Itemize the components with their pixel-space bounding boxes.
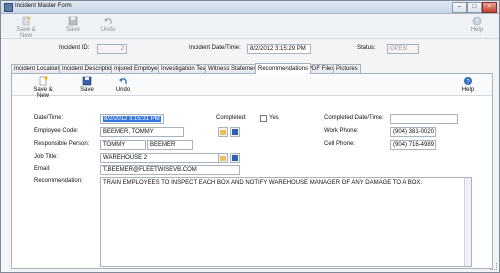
folder-open-icon: [220, 130, 226, 135]
cell-phone-field[interactable]: (904) 716-4989: [390, 140, 436, 150]
floppy-disk-icon: [68, 16, 78, 26]
cell-phone-label: Cell Phone:: [324, 141, 356, 147]
job-title-lookup-button[interactable]: [218, 153, 228, 163]
edit-pencil-icon: [232, 155, 238, 161]
recommendation-scrollbar[interactable]: [464, 178, 471, 266]
work-phone-label: Work Phone:: [324, 128, 359, 134]
incident-header: Incident ID: 2 Incident Date/Time: 8/2/2…: [1, 39, 499, 61]
resize-grip[interactable]: [490, 263, 497, 270]
panel-save-new-button[interactable]: Save & New: [28, 76, 58, 99]
datetime-label: Date/Time:: [34, 115, 64, 121]
folder-open-icon: [220, 156, 226, 161]
help-circle-icon: ?: [464, 77, 472, 86]
new-document-icon: [39, 76, 48, 86]
recommendation-label: Recommendation:: [34, 178, 83, 184]
tab-recommendations[interactable]: Recommendations: [255, 63, 312, 74]
status-label: Status:: [357, 45, 376, 51]
minimize-button[interactable]: –: [452, 2, 467, 13]
undo-button[interactable]: Undo: [99, 16, 117, 33]
status-field[interactable]: OPEN: [387, 44, 419, 54]
save-button[interactable]: Save: [64, 16, 82, 33]
completed-datetime-label: Completed Date/Time:: [324, 115, 384, 121]
employee-lookup-button[interactable]: [218, 127, 228, 137]
responsible-person-label: Responsible Person:: [34, 141, 90, 147]
close-button[interactable]: ×: [482, 2, 497, 13]
edit-pencil-icon: [232, 129, 238, 135]
employee-code-label: Employee Code:: [34, 128, 79, 134]
work-phone-field[interactable]: (904) 381-0020: [390, 127, 436, 137]
completed-yes-label: Yes: [269, 115, 279, 121]
tab-incident-location[interactable]: Incident Location: [11, 64, 63, 73]
incident-datetime-label: Incident Date/Time:: [189, 45, 241, 51]
help-button[interactable]: ? Help: [468, 16, 486, 33]
undo-arrow-icon: [104, 18, 112, 24]
panel-toolbar: Save & New Save Undo ? Help: [12, 74, 492, 99]
panel-save-button[interactable]: Save: [78, 76, 96, 93]
save-new-button[interactable]: Save & New: [11, 16, 41, 39]
datetime-field[interactable]: 8/2/2012 3:15:31 PM: [100, 114, 164, 124]
job-title-edit-button[interactable]: [230, 153, 240, 163]
responsible-last-field[interactable]: BEEMER: [147, 140, 193, 150]
employee-code-field[interactable]: BEEMER, TOMMY: [100, 127, 184, 137]
email-field[interactable]: T.BEEMER@FLEETWISEVB.COM: [100, 165, 240, 175]
datetime-value: 8/2/2012 3:15:31 PM: [103, 116, 161, 122]
recommendation-textarea[interactable]: TRAIN EMPLOYEES TO INSPECT EACH BOX AND …: [100, 177, 472, 267]
title-bar: Incident Master Form – □ ×: [1, 1, 499, 14]
employee-edit-button[interactable]: [230, 127, 240, 137]
panel-undo-button[interactable]: Undo: [114, 76, 132, 93]
incident-master-window: Incident Master Form – □ × Save & New Sa…: [0, 0, 500, 273]
window-title: Incident Master Form: [15, 3, 72, 9]
incident-id-field[interactable]: 2: [97, 44, 127, 54]
tab-incident-description[interactable]: Incident Description: [59, 64, 118, 73]
new-document-icon: [22, 16, 31, 26]
incident-id-label: Incident ID:: [59, 45, 90, 51]
undo-arrow-icon: [119, 78, 127, 84]
floppy-disk-icon: [82, 76, 92, 86]
incident-datetime-field[interactable]: 8/2/2012 3:15:29 PM: [247, 44, 311, 54]
tab-pictures[interactable]: Pictures: [333, 64, 361, 73]
job-title-label: Job Title:: [34, 154, 59, 160]
completed-checkbox[interactable]: [260, 115, 267, 122]
recommendations-panel: Save & New Save Undo ? Help Date/Time: 8…: [11, 73, 493, 269]
maximize-button[interactable]: □: [467, 2, 482, 13]
completed-datetime-field[interactable]: [390, 114, 458, 124]
responsible-first-field[interactable]: TOMMY: [100, 140, 146, 150]
job-title-field[interactable]: WAREHOUSE 2: [100, 153, 219, 163]
recommendation-text: TRAIN EMPLOYEES TO INSPECT EACH BOX AND …: [103, 180, 423, 186]
email-label: Email:: [34, 166, 51, 172]
main-toolbar: Save & New Save Undo ? Help: [1, 14, 499, 39]
completed-label: Completed:: [216, 115, 247, 121]
help-circle-icon: ?: [472, 16, 482, 26]
app-icon: [4, 3, 13, 12]
panel-help-button[interactable]: ? Help: [459, 76, 477, 93]
